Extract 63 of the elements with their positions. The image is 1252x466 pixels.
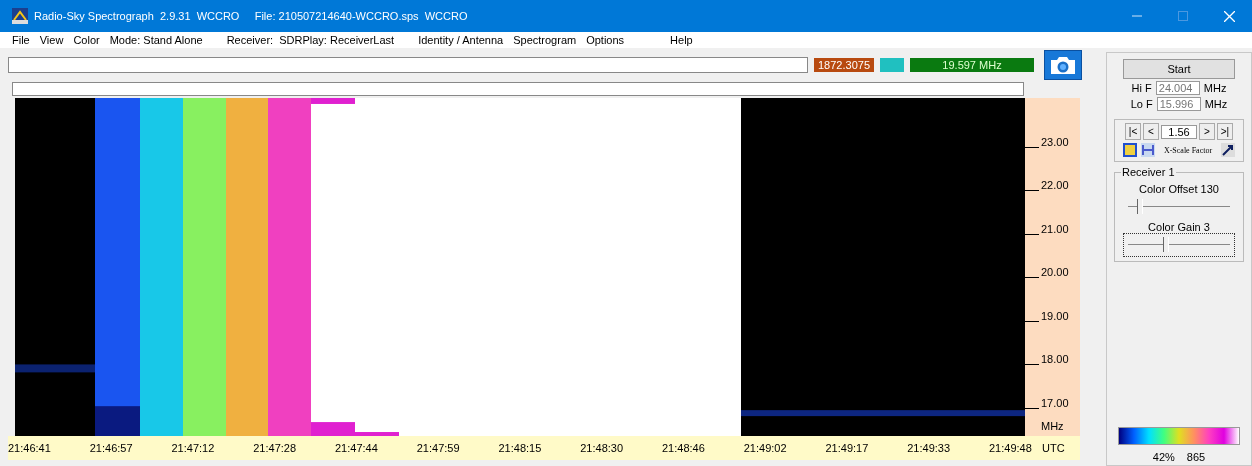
axis-label: 23.00 [1041, 135, 1069, 148]
axis-label: 21:48:46 [662, 442, 705, 454]
color-indicator [880, 58, 904, 72]
camera-icon [1049, 54, 1077, 76]
frequency-display: 19.597 MHz [910, 58, 1034, 72]
camera-button[interactable] [1044, 50, 1082, 80]
unit-label: MHz [1204, 98, 1228, 110]
menu-item[interactable]: Options [586, 34, 625, 46]
axis-label: 17.00 [1041, 396, 1069, 409]
field-label: Hi F [1131, 82, 1152, 94]
text-field[interactable] [12, 82, 1024, 96]
axis-label: 21:47:12 [171, 442, 215, 454]
slider-label: Color Gain 3 [1148, 221, 1210, 233]
input-field[interactable]: 24.004 [1155, 81, 1200, 95]
menu-item[interactable]: Spectrogram [513, 34, 577, 46]
axis-label: 21:47:44 [335, 442, 378, 454]
input-field[interactable]: 15.996 [1156, 97, 1201, 111]
axis-label: 19.00 [1041, 309, 1069, 322]
nav-button[interactable]: < [1143, 123, 1159, 140]
antenna-icon [12, 8, 28, 24]
axis-unit: UTC [1042, 442, 1065, 454]
axis-label: 21:48:15 [498, 442, 542, 454]
start-button[interactable]: Start [1123, 59, 1235, 79]
axis-label: 21:48:30 [580, 442, 624, 454]
axis-label: 20.00 [1041, 266, 1069, 278]
menu-item[interactable]: View [39, 34, 64, 46]
menu-item[interactable]: Color [73, 34, 100, 46]
x-scale-field[interactable]: 1.56 [1161, 124, 1197, 139]
axis-label: 21:49:33 [907, 442, 951, 454]
grid-icon[interactable] [1122, 142, 1138, 158]
slider-label: Color Offset 130 [1139, 183, 1219, 195]
axis-label: 21:49:48 [989, 442, 1032, 454]
nav-button[interactable]: > [1199, 123, 1215, 140]
nav-button[interactable]: |< [1125, 123, 1141, 140]
slider[interactable] [1123, 233, 1235, 257]
percent-text: 42% [1152, 451, 1175, 463]
axis-label: 21.00 [1041, 222, 1069, 235]
group-title: Receiver 1 [1121, 166, 1176, 178]
field-label: Lo F [1130, 98, 1153, 110]
export-icon[interactable] [1220, 142, 1236, 158]
window-title: Radio-Sky Spectrograph 2.9.31 WCCRO File: 210507214640-WCCRO.sps WCCRO [34, 10, 468, 22]
axis-label: 21:47:28 [253, 442, 297, 454]
axis-label: 18.00 [1041, 353, 1069, 365]
axis-unit: MHz [1040, 420, 1065, 432]
menu-item[interactable]: File [12, 34, 30, 46]
fit-width-icon[interactable] [1140, 142, 1156, 158]
count-display: 1872.3075 [814, 58, 874, 72]
unit-label: MHz [1203, 82, 1227, 94]
axis-label: 21:46:57 [89, 442, 133, 454]
x-scale-label: X-Scale Factor [1162, 145, 1214, 155]
menu-item[interactable]: Identity / Antenna [418, 34, 504, 46]
menu-status-text: Receiver: SDRPlay: ReceiverLast [226, 34, 395, 46]
menu-item[interactable]: Help [670, 34, 693, 46]
axis-label: 21:47:59 [416, 442, 460, 454]
close-icon[interactable] [1223, 10, 1235, 22]
axis-label: 21:49:17 [825, 442, 869, 454]
menu-status-text: Mode: Stand Alone [109, 34, 203, 46]
text-field[interactable] [8, 57, 808, 73]
value-text: 865 [1186, 451, 1206, 463]
axis-label: 22.00 [1041, 179, 1069, 191]
axis-label: 21:49:02 [743, 442, 787, 454]
axis-label: 21:46:41 [8, 442, 51, 454]
nav-button[interactable]: >| [1217, 123, 1233, 140]
